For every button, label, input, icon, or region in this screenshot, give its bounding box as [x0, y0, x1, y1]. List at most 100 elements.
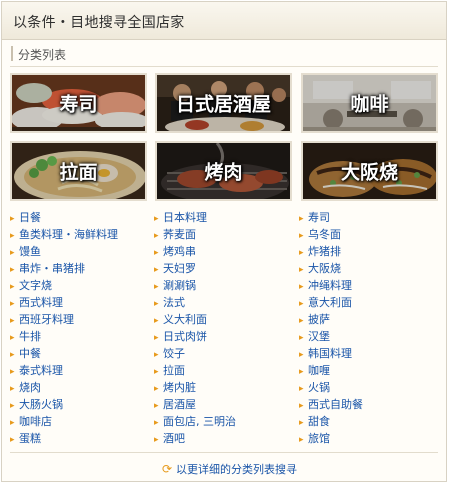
tile-label: 日式居酒屋	[175, 93, 271, 116]
category-label: 汉堡	[308, 330, 330, 343]
tile-label: 咖啡	[350, 93, 389, 116]
category-link[interactable]: ▸ 天妇罗	[154, 260, 236, 277]
category-link[interactable]: ▸ 寿司	[299, 209, 363, 226]
category-link[interactable]: ▸ 咖喱	[299, 362, 363, 379]
category-label: 饺子	[163, 347, 185, 360]
tile-cafe[interactable]: 咖啡	[301, 73, 438, 133]
category-label: 冲绳料理	[308, 279, 352, 292]
category-label: 乌冬面	[308, 228, 341, 241]
category-label: 日餐	[19, 211, 41, 224]
category-link[interactable]: ▸ 咖啡店	[10, 413, 118, 430]
category-label: 西班牙料理	[19, 313, 74, 326]
category-link[interactable]: ▸ 馒鱼	[10, 243, 118, 260]
section-marker	[11, 46, 13, 61]
category-link[interactable]: ▸ 烧肉	[10, 379, 118, 396]
refresh-icon: ⟳	[162, 462, 173, 476]
category-label: 串炸・串猪排	[19, 262, 85, 275]
category-link[interactable]: ▸ 炸猪排	[299, 243, 363, 260]
divider	[10, 66, 438, 67]
category-link[interactable]: ▸ 日本料理	[154, 209, 236, 226]
divider	[10, 452, 438, 453]
bullet-icon: ▸	[10, 435, 15, 445]
category-label: 烤鸡串	[163, 245, 196, 258]
category-link[interactable]: ▸ 日餐	[10, 209, 118, 226]
category-label: 西式料理	[19, 296, 63, 309]
tile-label: 大阪烧	[340, 161, 398, 184]
category-link[interactable]: ▸ 大阪烧	[299, 260, 363, 277]
category-link[interactable]: ▸ 西式自助餐	[299, 396, 363, 413]
category-link[interactable]: ▸ 牛排	[10, 328, 118, 345]
category-label: 法式	[163, 296, 185, 309]
category-link[interactable]: ▸ 日式肉饼	[154, 328, 236, 345]
tile-label: 寿司	[59, 93, 98, 116]
category-link[interactable]: ▸ 乌冬面	[299, 226, 363, 243]
category-link[interactable]: ▸ 披萨	[299, 311, 363, 328]
category-panel: 以条件・目地搜寻全国店家 分类列表 寿司 日式居酒屋 咖啡 拉面 烤肉 大阪烧 …	[1, 1, 447, 482]
category-label: 文字烧	[19, 279, 52, 292]
category-link[interactable]: ▸ 饺子	[154, 345, 236, 362]
category-link[interactable]: ▸ 面包店, 三明治	[154, 413, 236, 430]
category-label: 鱼类料理・海鲜料理	[19, 228, 118, 241]
tile-izakaya[interactable]: 日式居酒屋	[155, 73, 292, 133]
category-link[interactable]: ▸ 蛋糕	[10, 430, 118, 447]
category-label: 义大利面	[163, 313, 207, 326]
category-link[interactable]: ▸ 义大利面	[154, 311, 236, 328]
category-link[interactable]: ▸ 居酒屋	[154, 396, 236, 413]
category-link[interactable]: ▸ 西班牙料理	[10, 311, 118, 328]
category-label: 泰式料理	[19, 364, 63, 377]
category-label: 牛排	[19, 330, 41, 343]
category-label: 日式肉饼	[163, 330, 207, 343]
bullet-icon: ▸	[154, 435, 159, 445]
category-link[interactable]: ▸ 拉面	[154, 362, 236, 379]
category-link[interactable]: ▸ 烤鸡串	[154, 243, 236, 260]
category-link[interactable]: ▸ 法式	[154, 294, 236, 311]
category-link[interactable]: ▸ 甜食	[299, 413, 363, 430]
category-label: 荞麦面	[163, 228, 196, 241]
category-label: 面包店, 三明治	[163, 415, 236, 428]
category-label: 酒吧	[163, 432, 185, 445]
category-link[interactable]: ▸ 大肠火锅	[10, 396, 118, 413]
category-link[interactable]: ▸ 文字烧	[10, 277, 118, 294]
category-label: 烤内脏	[163, 381, 196, 394]
category-label: 天妇罗	[163, 262, 196, 275]
category-link[interactable]: ▸ 串炸・串猪排	[10, 260, 118, 277]
tile-ramen[interactable]: 拉面	[10, 141, 147, 201]
category-label: 韩国料理	[308, 347, 352, 360]
category-label: 意大利面	[308, 296, 352, 309]
category-link[interactable]: ▸ 泰式料理	[10, 362, 118, 379]
tile-sushi[interactable]: 寿司	[10, 73, 147, 133]
category-label: 披萨	[308, 313, 330, 326]
category-link[interactable]: ▸ 西式料理	[10, 294, 118, 311]
category-link[interactable]: ▸ 鱼类料理・海鲜料理	[10, 226, 118, 243]
category-link[interactable]: ▸ 中餐	[10, 345, 118, 362]
category-link[interactable]: ▸ 火锅	[299, 379, 363, 396]
category-column-2: ▸ 日本料理 ▸ 荞麦面 ▸ 烤鸡串 ▸ 天妇罗 ▸ 涮涮锅 ▸ 法式 ▸ 义大利面 ▸ 日式肉饼 ▸ 饺子 ▸ 拉面…	[154, 209, 236, 447]
tile-okonomiyaki[interactable]: 大阪烧	[301, 141, 438, 201]
category-label: 甜食	[308, 415, 330, 428]
category-label: 居酒屋	[163, 398, 196, 411]
category-label: 大肠火锅	[19, 398, 63, 411]
category-label: 咖喱	[308, 364, 330, 377]
category-link[interactable]: ▸ 烤内脏	[154, 379, 236, 396]
category-link[interactable]: ▸ 意大利面	[299, 294, 363, 311]
tile-label: 拉面	[59, 161, 98, 184]
category-column-3: ▸ 寿司 ▸ 乌冬面 ▸ 炸猪排 ▸ 大阪烧 ▸ 冲绳料理 ▸ 意大利面 ▸ 披萨 ▸ 汉堡 ▸ 韩国料理 ▸ 咖喱 ▸…	[299, 209, 363, 447]
more-categories-label: 以更详细的分类列表搜寻	[176, 463, 297, 476]
category-label: 火锅	[308, 381, 330, 394]
category-label: 旅馆	[308, 432, 330, 445]
category-link[interactable]: ▸ 涮涮锅	[154, 277, 236, 294]
category-label: 大阪烧	[308, 262, 341, 275]
tile-yakiniku[interactable]: 烤肉	[155, 141, 292, 201]
more-categories-link[interactable]: ⟳ 以更详细的分类列表搜寻	[162, 461, 297, 477]
category-link[interactable]: ▸ 酒吧	[154, 430, 236, 447]
category-label: 蛋糕	[19, 432, 41, 445]
category-link[interactable]: ▸ 旅馆	[299, 430, 363, 447]
category-label: 咖啡店	[19, 415, 52, 428]
category-link[interactable]: ▸ 韩国料理	[299, 345, 363, 362]
category-label: 寿司	[308, 211, 330, 224]
category-label: 中餐	[19, 347, 41, 360]
bullet-icon: ▸	[299, 435, 304, 445]
category-link[interactable]: ▸ 荞麦面	[154, 226, 236, 243]
category-link[interactable]: ▸ 冲绳料理	[299, 277, 363, 294]
category-link[interactable]: ▸ 汉堡	[299, 328, 363, 345]
